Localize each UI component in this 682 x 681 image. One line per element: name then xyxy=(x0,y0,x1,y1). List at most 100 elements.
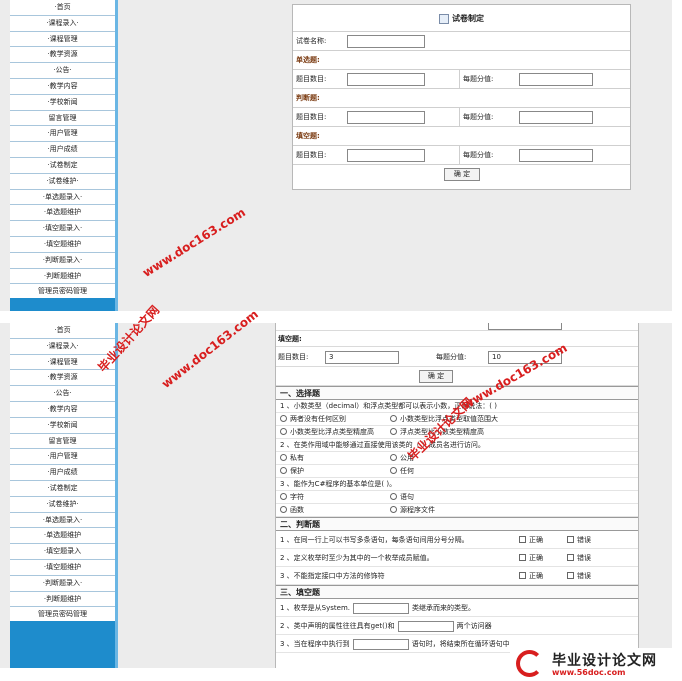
fill-count-input[interactable] xyxy=(347,149,425,162)
sidebar-top-item-11[interactable]: ·试卷维护· xyxy=(10,174,115,190)
sidebar-bottom-item-2[interactable]: ·课程管理 xyxy=(10,355,115,371)
q2-option-c-label: 保护 xyxy=(290,467,304,475)
judge-count-input[interactable] xyxy=(347,111,425,124)
fill-score-input[interactable]: 10 xyxy=(488,351,562,364)
judge-score-label: 每题分值: xyxy=(463,113,494,121)
sidebar-bottom-item-10[interactable]: ·试卷制定 xyxy=(10,481,115,497)
q3-options-row-2: 函数 源程序文件 xyxy=(276,504,638,517)
q3-option-d[interactable]: 源程序文件 xyxy=(390,504,435,517)
j3-true-option[interactable]: 正确 xyxy=(519,567,543,585)
q1-option-d[interactable]: 浮点类型比小数类型精度高 xyxy=(390,426,484,439)
cut-input[interactable] xyxy=(488,323,562,330)
q1-options-row-1: 两者没有任何区别 小数类型比浮点类型取值范围大 xyxy=(276,413,638,426)
q1-option-b[interactable]: 小数类型比浮点类型取值范围大 xyxy=(390,413,498,426)
sidebar-bottom-item-11[interactable]: ·试卷维护· xyxy=(10,497,115,513)
sidebar-top-item-3[interactable]: ·教学资源 xyxy=(10,47,115,64)
sidebar-top-item-16[interactable]: ·判断题录入· xyxy=(10,253,115,269)
sidebar-bottom-item-1[interactable]: ·课程录入· xyxy=(10,339,115,355)
radio-icon xyxy=(390,506,397,513)
fill-3-input[interactable] xyxy=(352,638,409,650)
j1-false-option[interactable]: 错误 xyxy=(567,531,591,549)
sidebar-bottom-item-0[interactable]: ·首页 xyxy=(10,323,115,339)
sidebar-top-item-2[interactable]: ·课程管理 xyxy=(10,32,115,48)
q3-option-b[interactable]: 语句 xyxy=(390,491,414,504)
sidebar-bottom-item-12[interactable]: ·单选题录入· xyxy=(10,513,115,529)
q2-option-b[interactable]: 公用 xyxy=(390,452,414,465)
j3-false-label: 错误 xyxy=(577,572,591,580)
j2-false-option[interactable]: 错误 xyxy=(567,549,591,567)
fill-count-label: 题目数目: xyxy=(296,151,327,159)
sidebar-top-item-10[interactable]: ·试卷制定 xyxy=(10,158,115,174)
judge-score-input[interactable] xyxy=(519,111,593,124)
sidebar-bottom-item-7[interactable]: 留言管理 xyxy=(10,434,115,450)
single-count-input[interactable] xyxy=(347,73,425,86)
sidebar-bottom-item-4[interactable]: ·公告· xyxy=(10,386,115,402)
q3-option-a[interactable]: 字符 xyxy=(280,491,304,504)
sidebar-top-item-9[interactable]: ·用户成绩 xyxy=(10,142,115,158)
fill-section-label: 填空题: xyxy=(278,335,302,343)
paper-name-input[interactable] xyxy=(347,35,425,48)
fill-1-input[interactable] xyxy=(353,602,410,614)
j3-false-option[interactable]: 错误 xyxy=(567,567,591,585)
sidebar-top-item-0[interactable]: ·首页 xyxy=(10,0,115,16)
q1-option-a[interactable]: 两者没有任何区别 xyxy=(280,413,346,426)
q2-options-row-2: 保护 任何 xyxy=(276,465,638,478)
sidebar-bottom-item-16[interactable]: ·判断题录入· xyxy=(10,576,115,592)
sidebar-top-item-14[interactable]: ·填空题录入· xyxy=(10,221,115,237)
sidebar-bottom-item-8[interactable]: ·用户管理 xyxy=(10,449,115,466)
single-section-row: 单选题: xyxy=(293,50,630,69)
sidebar-bottom: ·首页 ·课程录入· ·课程管理 ·教学资源 ·公告· ·教学内容 ·学校新闻 留言管理 ·用户… xyxy=(10,323,118,668)
sidebar-top-item-4[interactable]: ·公告· xyxy=(10,63,115,79)
confirm-button[interactable]: 确 定 xyxy=(419,370,453,383)
j1-true-option[interactable]: 正确 xyxy=(519,531,543,549)
fill-score-input[interactable] xyxy=(519,149,593,162)
sidebar-top-item-5[interactable]: ·教学内容 xyxy=(10,79,115,95)
j2-true-option[interactable]: 正确 xyxy=(519,549,543,567)
sidebar-bottom-item-9[interactable]: ·用户成绩 xyxy=(10,465,115,481)
sidebar-bottom-item-5[interactable]: ·教学内容 xyxy=(10,402,115,418)
q2-option-c[interactable]: 保护 xyxy=(280,465,304,478)
sidebar-top-item-15[interactable]: ·填空题维护 xyxy=(10,237,115,253)
confirm-button[interactable]: 确 定 xyxy=(444,168,480,181)
q3-option-b-label: 语句 xyxy=(400,493,414,501)
single-score-input[interactable] xyxy=(519,73,593,86)
sidebar-bottom-item-17[interactable]: ·判断题维护 xyxy=(10,592,115,608)
j3-true-label: 正确 xyxy=(529,572,543,580)
sidebar-menu-bottom: ·首页 ·课程录入· ·课程管理 ·教学资源 ·公告· ·教学内容 ·学校新闻 留言管理 ·用户… xyxy=(10,323,115,624)
q2-option-d[interactable]: 任何 xyxy=(390,465,414,478)
q2-option-b-label: 公用 xyxy=(400,454,414,462)
sidebar-top-item-17[interactable]: ·判断题维护 xyxy=(10,269,115,285)
sidebar-top-item-6[interactable]: ·学校新闻 xyxy=(10,95,115,111)
q2-option-a[interactable]: 私有 xyxy=(280,452,304,465)
fill-count-input[interactable]: 3 xyxy=(325,351,399,364)
divider xyxy=(459,70,460,88)
divider xyxy=(459,108,460,126)
fill-question-1-text-a: 1 、枚举是从System. xyxy=(280,604,351,612)
paper-form: 试卷制定 试卷名称: 单选题: 题目数目: 每题分值: 判断题: 题目数目: 每… xyxy=(292,4,631,190)
q1-option-c[interactable]: 小数类型比浮点类型精度高 xyxy=(280,426,374,439)
sidebar-bottom-item-13[interactable]: ·单选题维护 xyxy=(10,528,115,545)
sidebar-top-item-13[interactable]: ·单选题维护 xyxy=(10,205,115,222)
sidebar-top-item-12[interactable]: ·单选题录入· xyxy=(10,190,115,206)
fill-2-input[interactable] xyxy=(397,620,454,632)
fill-question-3-text-a: 3 、当在程序中执行到 xyxy=(280,640,350,648)
sidebar-top-item-7[interactable]: 留言管理 xyxy=(10,111,115,127)
fill-count-label: 题目数目: xyxy=(278,353,309,361)
choice-section-heading: 一、选择题 xyxy=(276,386,638,400)
sidebar-top-item-8[interactable]: ·用户管理 xyxy=(10,126,115,143)
sidebar-bottom-item-6[interactable]: ·学校新闻 xyxy=(10,418,115,434)
logo-circle-icon xyxy=(516,650,543,677)
sidebar-bottom-item-14[interactable]: ·填空题录入 xyxy=(10,544,115,560)
sidebar-bottom-item-15[interactable]: ·填空题维护 xyxy=(10,560,115,576)
sidebar-bottom-item-3[interactable]: ·教学资源 xyxy=(10,370,115,387)
question-2: 2 、在类作用域中能够通过直接使用该类的（ ）成员名进行访问。 xyxy=(276,439,638,452)
sidebar-bottom-item-18[interactable]: 管理员密码管理 xyxy=(10,607,115,624)
sidebar-top: ·首页 ·课程录入· ·课程管理 ·教学资源 ·公告· ·教学内容 ·学校新闻 留言管理 ·用户… xyxy=(10,0,118,311)
radio-icon xyxy=(390,454,397,461)
radio-icon xyxy=(390,493,397,500)
sidebar-top-item-18[interactable]: 管理员密码管理 xyxy=(10,284,115,301)
form-title: 试卷制定 xyxy=(293,5,630,31)
q3-option-c[interactable]: 函数 xyxy=(280,504,304,517)
fill-section-heading: 三、填空题 xyxy=(276,585,638,599)
sidebar-top-item-1[interactable]: ·课程录入· xyxy=(10,16,115,32)
